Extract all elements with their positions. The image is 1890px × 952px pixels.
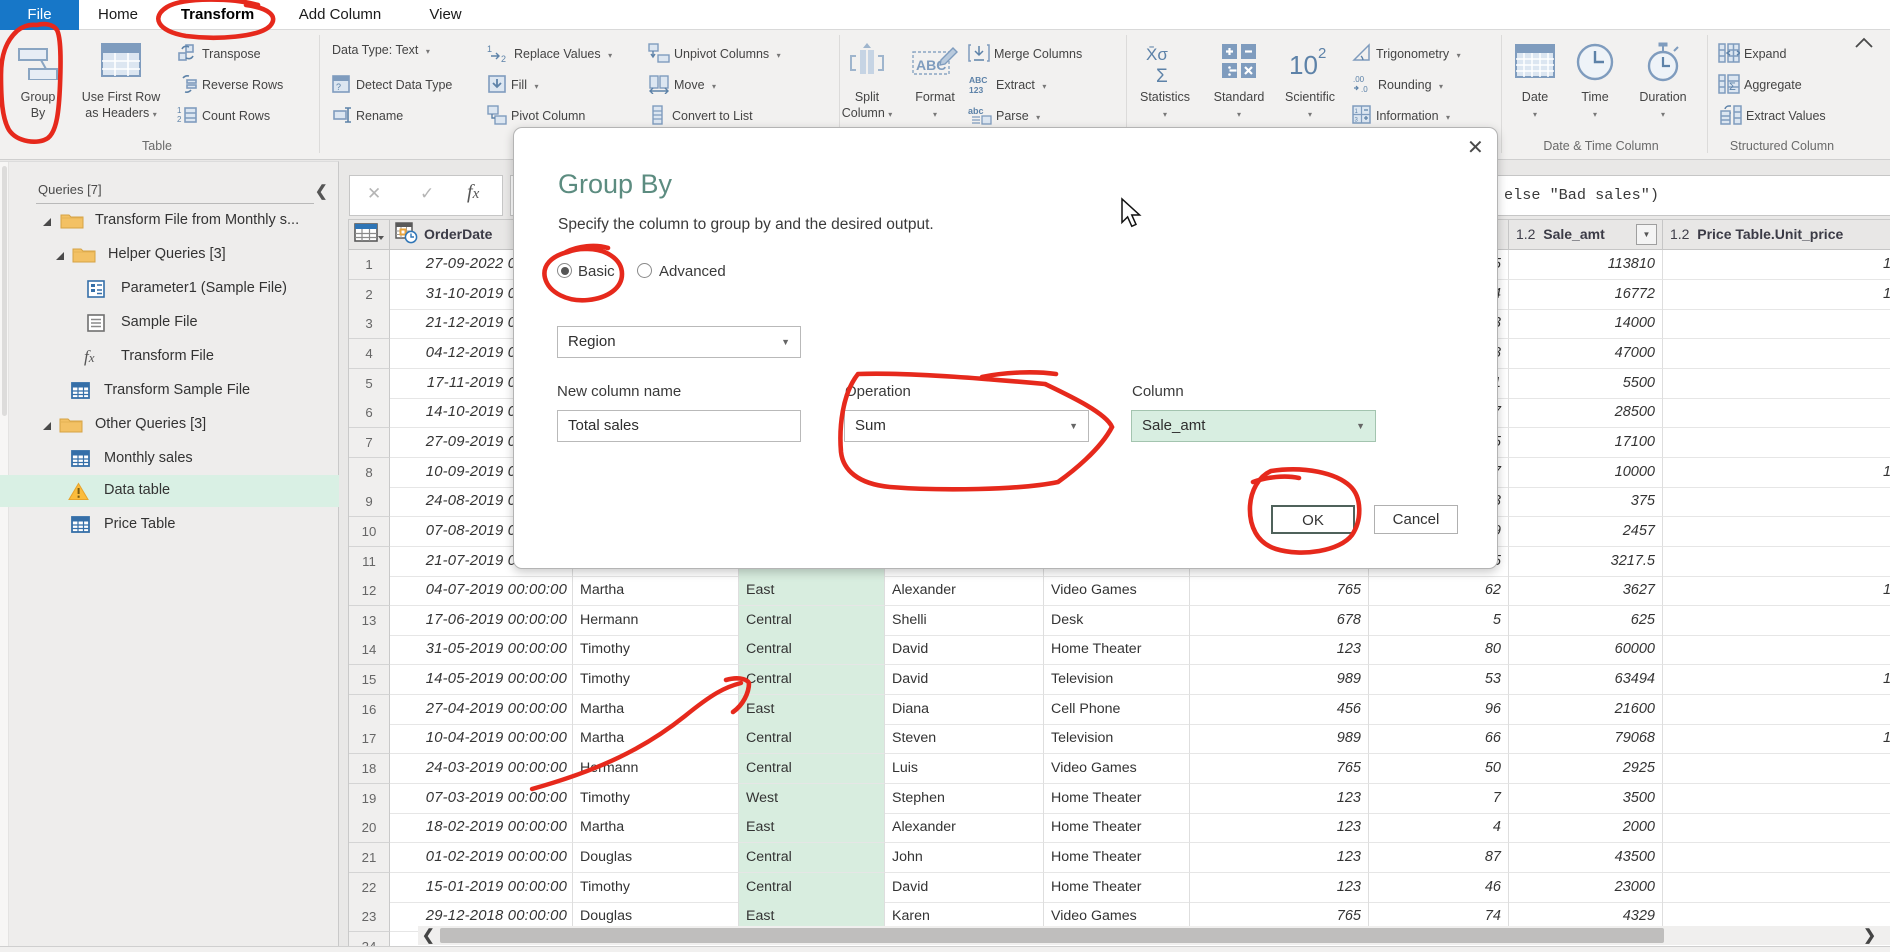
svg-text:2: 2 [501, 54, 506, 63]
svg-text:ABC: ABC [969, 75, 987, 85]
svg-text:123: 123 [969, 85, 983, 94]
svg-text:10: 10 [1289, 50, 1318, 80]
svg-text:1: 1 [177, 106, 182, 115]
svg-text:Σ: Σ [1729, 81, 1736, 93]
svg-text:2: 2 [177, 115, 182, 124]
svg-text:1: 1 [487, 44, 492, 54]
svg-text:X̄σ: X̄σ [1146, 45, 1168, 64]
svg-text:.0: .0 [1361, 85, 1368, 94]
svg-text:Σ: Σ [1156, 66, 1168, 86]
svg-text:abc: abc [968, 106, 984, 116]
svg-text:?: ? [336, 82, 341, 92]
svg-text:2: 2 [1318, 45, 1326, 62]
svg-text:.00: .00 [1353, 75, 1365, 84]
